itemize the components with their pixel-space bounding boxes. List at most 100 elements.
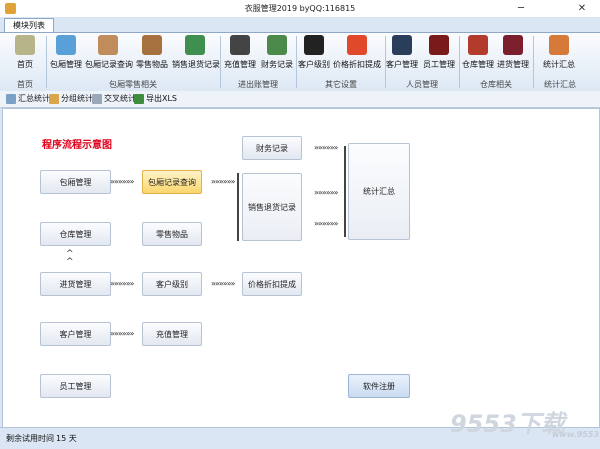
home-icon — [15, 35, 35, 55]
ribbon-discount-button[interactable]: 价格折扣提成 — [332, 35, 382, 75]
group-separator — [46, 36, 47, 88]
stats-toolbar: 汇总统计 分组统计 交叉统计 导出XLS — [0, 91, 600, 108]
ribbon-sales-return-button[interactable]: 销售退货记录 — [172, 35, 220, 75]
ribbon-warehouse-button[interactable]: 仓库管理 — [461, 35, 495, 75]
group-label-staff: 人员管理 — [406, 80, 438, 89]
flow-connector-line — [344, 146, 346, 237]
ribbon-label: 包厢记录查询 — [85, 60, 133, 69]
module-tab-row: 模块列表 — [0, 17, 600, 33]
money-icon — [267, 35, 287, 55]
ribbon-label: 员工管理 — [423, 60, 455, 69]
ribbon-stats-button[interactable]: 统计汇总 — [538, 35, 580, 75]
ribbon-finance-button[interactable]: 财务记录 — [259, 35, 295, 75]
group-label-stats: 统计汇总 — [544, 80, 576, 89]
flow-employee-button[interactable]: 员工管理 — [40, 374, 111, 398]
group-separator — [459, 36, 460, 88]
ribbon-label: 进货管理 — [497, 60, 529, 69]
cross-stats-button[interactable]: 交叉统计 — [92, 93, 136, 105]
ribbon-purchase-button[interactable]: 进货管理 — [496, 35, 530, 75]
group-stats-button[interactable]: 分组统计 — [49, 93, 93, 105]
ribbon-retail-button[interactable]: 零售物品 — [134, 35, 170, 75]
group-label-finance: 进出账管理 — [238, 80, 278, 89]
flow-arrow: »»»»»» — [211, 177, 235, 186]
percent-icon — [347, 35, 367, 55]
group-separator — [533, 36, 534, 88]
flow-register-button[interactable]: 软件注册 — [348, 374, 410, 398]
gear-icon — [230, 35, 250, 55]
register-icon — [98, 35, 118, 55]
group-label-settings: 其它设置 — [325, 80, 357, 89]
ribbon-label: 充值管理 — [224, 60, 256, 69]
summary-icon — [6, 94, 16, 104]
cubes-icon — [56, 35, 76, 55]
flow-arrow: »»»»»» — [314, 143, 338, 152]
ribbon-room-button[interactable]: 包厢管理 — [48, 35, 84, 75]
flow-arrow: »»»»»» — [110, 177, 134, 186]
flow-retail-button[interactable]: 零售物品 — [142, 222, 202, 246]
flow-arrow: »»»»»» — [211, 279, 235, 288]
ribbon-label: 销售退货记录 — [172, 60, 220, 69]
ribbon-home-button[interactable]: 首页 — [6, 35, 44, 75]
watermark-text: 9553下载 — [450, 410, 565, 438]
group-label-warehouse: 仓库相关 — [480, 80, 512, 89]
ribbon-label: 统计汇总 — [543, 60, 575, 69]
badge-icon — [304, 35, 324, 55]
flow-title: 程序流程示意图 — [42, 140, 112, 151]
export-icon — [134, 94, 144, 104]
stats-icon — [549, 35, 569, 55]
toolbar-label: 交叉统计 — [104, 94, 136, 103]
ribbon-label: 价格折扣提成 — [333, 60, 381, 69]
watermark-url: www.9553.com — [552, 430, 600, 439]
flow-canvas: 程序流程示意图 包厢管理 »»»»»» 包厢记录查询 »»»»»» 财务记录 »… — [2, 108, 600, 428]
ribbon-recharge-button[interactable]: 充值管理 — [222, 35, 258, 75]
close-button[interactable]: ✕ — [568, 0, 596, 17]
minimize-button[interactable]: ─ — [507, 0, 535, 17]
flow-customer-level-button[interactable]: 客户级别 — [142, 272, 202, 296]
group-label-retail: 包厢零售相关 — [109, 80, 157, 89]
flow-finance-button[interactable]: 财务记录 — [242, 136, 302, 160]
flow-arrow: »»»»»» — [314, 219, 338, 228]
flow-arrow: »»»»»» — [314, 188, 338, 197]
flow-room-query-button[interactable]: 包厢记录查询 — [142, 170, 202, 194]
toolbar-label: 导出XLS — [146, 94, 178, 103]
export-xls-button[interactable]: 导出XLS — [134, 93, 177, 105]
ribbon-customer-button[interactable]: 客户管理 — [386, 35, 418, 75]
flow-discount-button[interactable]: 价格折扣提成 — [242, 272, 302, 296]
ribbon-label: 财务记录 — [261, 60, 293, 69]
watermark-logo: 9553下载 www.9553.com — [448, 404, 600, 444]
ribbon-employee-button[interactable]: 员工管理 — [421, 35, 457, 75]
toolbar-label: 汇总统计 — [18, 94, 50, 103]
group-separator — [296, 36, 297, 88]
flow-arrow: »»»»»» — [110, 279, 134, 288]
group-separator — [220, 36, 221, 88]
toolbar-label: 分组统计 — [61, 94, 93, 103]
trial-label: 剩余试用时间 — [6, 434, 54, 443]
flow-warehouse-button[interactable]: 仓库管理 — [40, 222, 111, 246]
ribbon-label: 首页 — [17, 60, 33, 69]
group-label-home: 首页 — [17, 80, 33, 89]
ribbon-label: 零售物品 — [136, 60, 168, 69]
flow-stats-button[interactable]: 统计汇总 — [348, 143, 410, 240]
title-bar: 衣服管理2019 byQQ:116815 ─ ✕ — [0, 0, 600, 18]
flow-recharge-button[interactable]: 充值管理 — [142, 322, 202, 346]
flow-customer-button[interactable]: 客户管理 — [40, 322, 111, 346]
ribbon-customer-level-button[interactable]: 客户级别 — [298, 35, 330, 75]
purchase-icon — [503, 35, 523, 55]
ribbon-room-query-button[interactable]: 包厢记录查询 — [85, 35, 133, 75]
customer-icon — [392, 35, 412, 55]
ribbon: 首页 包厢管理 包厢记录查询 零售物品 销售退货记录 充值管理 财务记录 客户级… — [0, 32, 600, 92]
flow-room-mgmt-button[interactable]: 包厢管理 — [40, 170, 111, 194]
ribbon-label: 客户管理 — [386, 60, 418, 69]
summary-stats-button[interactable]: 汇总统计 — [6, 93, 50, 105]
flow-purchase-button[interactable]: 进货管理 — [40, 272, 111, 296]
ribbon-label: 包厢管理 — [50, 60, 82, 69]
employee-icon — [429, 35, 449, 55]
trial-days: 15 天 — [56, 434, 77, 443]
books-icon — [142, 35, 162, 55]
flow-sales-return-button[interactable]: 销售退货记录 — [242, 173, 302, 241]
warehouse-icon — [468, 35, 488, 55]
flow-arrow: »»»»»» — [110, 329, 134, 338]
tab-module-list[interactable]: 模块列表 — [4, 18, 54, 33]
ribbon-label: 客户级别 — [298, 60, 330, 69]
group-icon — [49, 94, 59, 104]
